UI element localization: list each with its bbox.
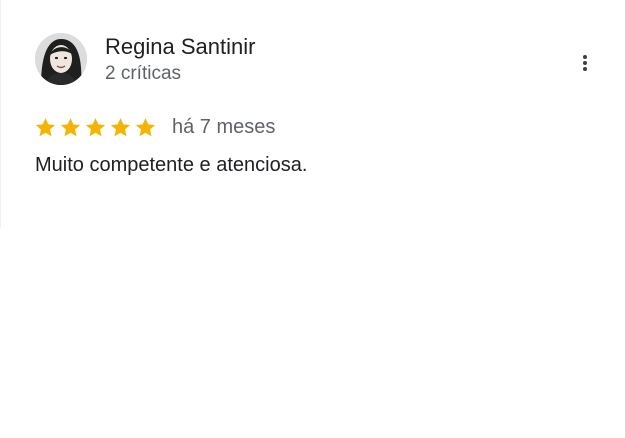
review-text: Muito competente e atenciosa.: [35, 154, 308, 176]
avatar[interactable]: [35, 33, 87, 85]
more-options-button[interactable]: [570, 48, 600, 78]
star-icon: [84, 116, 107, 140]
star-icon: [59, 116, 82, 140]
review-date: há 7 meses: [172, 116, 276, 138]
star-icon: [134, 116, 157, 140]
reviewer-name[interactable]: Regina Santinir: [105, 34, 255, 60]
rating-stars: [34, 116, 157, 140]
review-count[interactable]: 2 críticas: [105, 63, 181, 85]
star-icon: [34, 116, 57, 140]
star-icon: [109, 116, 132, 140]
review-card: Regina Santinir 2 críticas há 7 meses Mu…: [0, 0, 625, 228]
avatar-image: [35, 33, 87, 85]
